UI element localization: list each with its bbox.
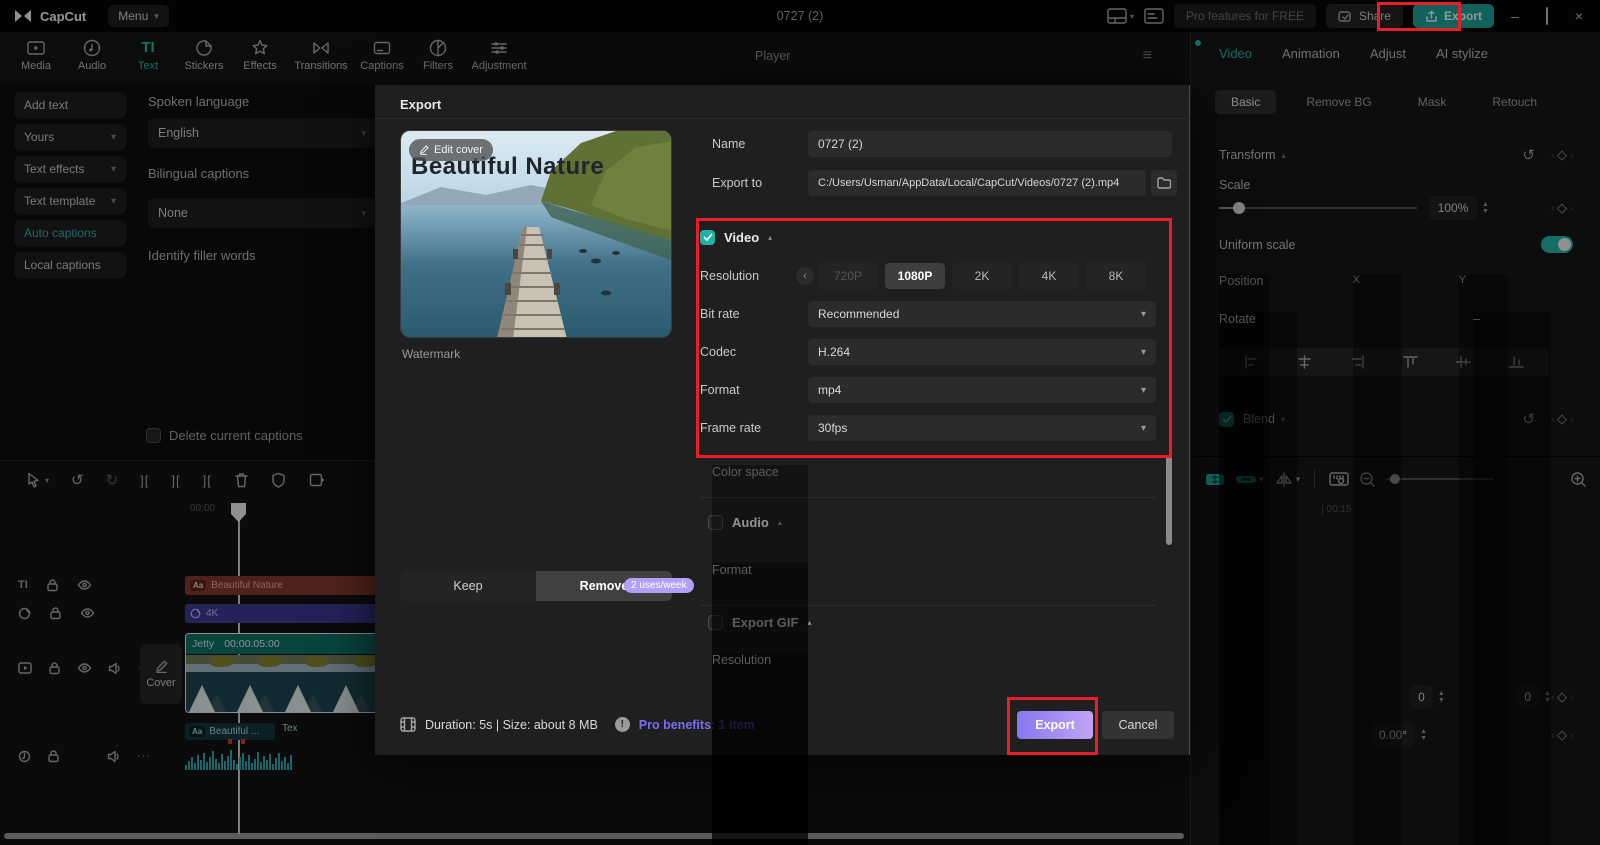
export-meta: Duration: 5s | Size: about 8 MB (425, 717, 598, 732)
browse-folder-button[interactable] (1151, 170, 1177, 196)
capcut-window: CapCut Menu ▾ 0727 (2) ▾ Pro features fo… (0, 0, 1600, 845)
watermark-segmented-control: Keep Remove 2 uses/week (400, 571, 694, 601)
gif-resolution-label: Resolution (712, 653, 808, 845)
export-to-input[interactable]: C:/Users/Usman/AppData/Local/CapCut/Vide… (808, 170, 1146, 196)
name-label: Name (712, 137, 746, 151)
watermark-label: Watermark (402, 347, 461, 361)
remove-uses-badge: 2 uses/week (624, 578, 694, 593)
annotation-titlebar-export (1377, 2, 1461, 31)
dialog-scrollbar[interactable] (1166, 455, 1172, 545)
dialog-cancel-button[interactable]: Cancel (1102, 711, 1174, 739)
watermark-keep-button[interactable]: Keep (400, 571, 536, 601)
annotation-video-settings (696, 218, 1172, 458)
edit-cover-button[interactable]: Edit cover (409, 139, 493, 161)
name-input[interactable]: 0727 (2) (808, 131, 1172, 157)
edit-pencil-icon (419, 145, 429, 155)
info-icon[interactable]: ! (614, 717, 630, 732)
dialog-title: Export (400, 97, 442, 112)
cover-preview[interactable]: Beautiful Nature Edit cover (400, 130, 672, 338)
annotation-dialog-export (1007, 697, 1098, 755)
folder-icon (1157, 177, 1171, 189)
export-to-label: Export to (712, 176, 763, 190)
collapse-icon[interactable]: ▴ (807, 618, 811, 627)
film-icon (400, 717, 416, 732)
